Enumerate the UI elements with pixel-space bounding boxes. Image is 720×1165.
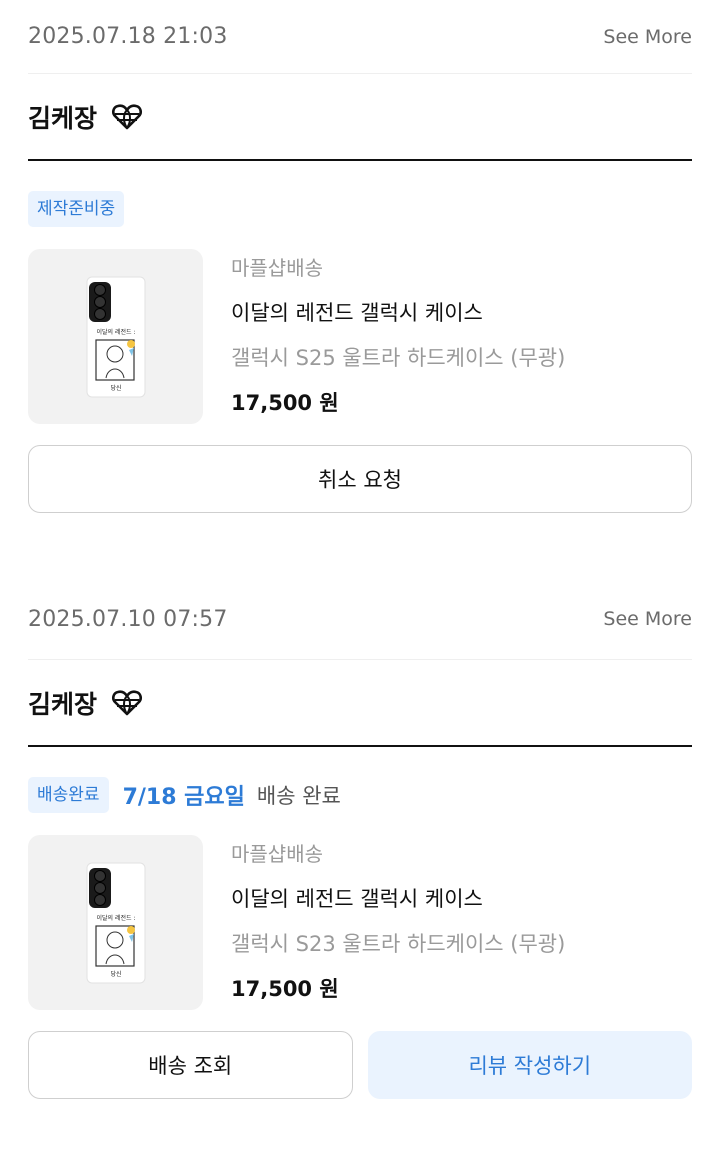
cancel-request-button[interactable]: 취소 요청 (28, 445, 692, 513)
shop-name[interactable]: 김케장 (28, 685, 97, 721)
globe-heart-icon (111, 687, 143, 719)
product-item[interactable]: 이달의 레전드 : 당신 마플샵배송 이달의 레전드 갤럭시 케이스 갤럭시 S… (28, 835, 692, 1010)
product-option: 갤럭시 S25 울트라 하드케이스 (무광) (231, 346, 566, 370)
product-info: 마플샵배송 이달의 레전드 갤럭시 케이스 갤럭시 S23 울트라 하드케이스 … (231, 835, 565, 1010)
delivery-status: 배송 완료 (256, 784, 341, 808)
status-row: 배송완료 7/18 금요일 배송 완료 (28, 777, 692, 813)
product-info: 마플샵배송 이달의 레전드 갤럭시 케이스 갤럭시 S25 울트라 하드케이스 … (231, 249, 565, 424)
phone-case-image: 이달의 레전드 : 당신 (86, 276, 145, 397)
delivery-type: 마플샵배송 (231, 842, 323, 866)
order-card: 2025.07.10 07:57 See More 김케장 배송완료 7/18 … (0, 579, 720, 1099)
order-header: 2025.07.10 07:57 See More (28, 579, 692, 660)
order-actions: 취소 요청 (28, 445, 692, 513)
thumb-sub: 당신 (110, 384, 121, 392)
order-spacer (0, 513, 720, 579)
order-card: 2025.07.18 21:03 See More 김케장 제작준비중 이달의 … (0, 0, 720, 513)
status-row: 제작준비중 (28, 191, 692, 227)
product-thumbnail[interactable]: 이달의 레전드 : 당신 (28, 249, 203, 424)
see-more-link[interactable]: See More (603, 608, 692, 630)
product-option: 갤럭시 S23 울트라 하드케이스 (무광) (231, 932, 566, 956)
order-date: 2025.07.18 21:03 (28, 24, 228, 49)
status-badge: 제작준비중 (28, 191, 125, 227)
thumb-sub: 당신 (110, 970, 121, 978)
order-date: 2025.07.10 07:57 (28, 606, 228, 632)
see-more-link[interactable]: See More (603, 26, 692, 48)
delivery-date: 7/18 금요일 (122, 785, 245, 810)
globe-heart-icon (111, 101, 143, 133)
thumb-caption: 이달의 레전드 : (96, 328, 135, 336)
product-name[interactable]: 이달의 레전드 갤럭시 케이스 (231, 297, 565, 329)
shop-row[interactable]: 김케장 (28, 660, 692, 747)
shop-name[interactable]: 김케장 (28, 99, 97, 135)
thumb-caption: 이달의 레전드 : (96, 914, 135, 922)
shop-row[interactable]: 김케장 (28, 74, 692, 161)
product-item[interactable]: 이달의 레전드 : 당신 마플샵배송 이달의 레전드 갤럭시 케이스 갤럭시 S… (28, 249, 692, 424)
order-actions: 배송 조회 리뷰 작성하기 (28, 1031, 692, 1099)
order-header: 2025.07.18 21:03 See More (28, 0, 692, 74)
delivery-type: 마플샵배송 (231, 256, 323, 280)
write-review-button[interactable]: 리뷰 작성하기 (367, 1031, 692, 1099)
status-badge: 배송완료 (28, 777, 109, 813)
product-price: 17,500 원 (231, 391, 339, 415)
product-name[interactable]: 이달의 레전드 갤럭시 케이스 (231, 883, 565, 915)
product-thumbnail[interactable]: 이달의 레전드 : 당신 (28, 835, 203, 1010)
product-price: 17,500 원 (231, 977, 339, 1001)
track-delivery-button[interactable]: 배송 조회 (28, 1031, 353, 1099)
phone-case-image: 이달의 레전드 : 당신 (86, 862, 145, 983)
